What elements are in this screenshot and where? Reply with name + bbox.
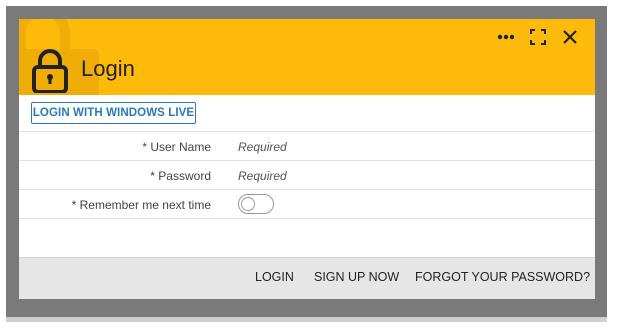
password-label: * Password xyxy=(150,169,211,183)
remember-label: * Remember me next time xyxy=(71,198,211,212)
login-button[interactable]: LOGIN xyxy=(255,270,294,284)
password-row: * Password xyxy=(19,161,595,190)
more-icon[interactable] xyxy=(494,25,518,49)
lock-icon xyxy=(32,49,68,93)
dialog-footer: LOGIN SIGN UP NOW FORGOT YOUR PASSWORD? xyxy=(19,257,595,299)
forgot-password-button[interactable]: FORGOT YOUR PASSWORD? xyxy=(415,270,590,284)
sign-up-button[interactable]: SIGN UP NOW xyxy=(314,270,399,284)
password-input[interactable] xyxy=(238,169,578,183)
close-icon[interactable] xyxy=(558,25,582,49)
expand-icon[interactable] xyxy=(526,25,550,49)
divider xyxy=(19,218,595,219)
frame-shadow xyxy=(6,317,607,322)
dialog-title: Login xyxy=(81,56,135,81)
remember-row: * Remember me next time xyxy=(19,190,595,219)
dialog-header: Login xyxy=(19,19,595,95)
remember-me-toggle[interactable] xyxy=(238,194,274,214)
username-row: * User Name xyxy=(19,132,595,161)
login-with-windows-live-button[interactable]: LOGIN WITH WINDOWS LIVE xyxy=(31,102,196,124)
username-label: * User Name xyxy=(142,140,211,154)
username-input[interactable] xyxy=(238,140,578,154)
toggle-knob xyxy=(241,197,255,211)
login-dialog: Login LOGIN WITH WINDOWS LIVE * User Nam… xyxy=(19,19,595,299)
